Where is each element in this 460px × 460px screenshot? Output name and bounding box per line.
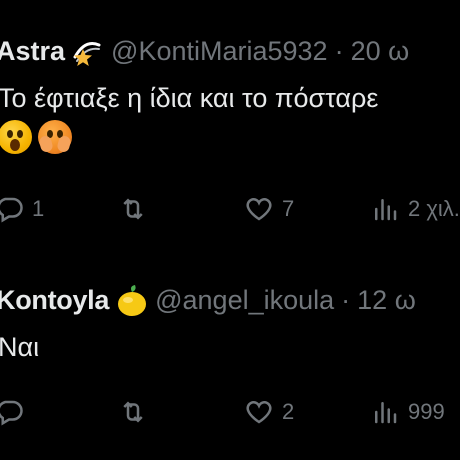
retweet-icon — [123, 198, 143, 220]
retweet-button[interactable] — [118, 189, 156, 229]
tweet[interactable]: Astra @KontiMaria5932 · 20 ω Το έφτιαξε … — [0, 0, 460, 255]
display-name[interactable]: Astra — [0, 34, 65, 68]
tweet-header: Astra @KontiMaria5932 · 20 ω — [0, 34, 409, 68]
views-chart-icon — [375, 402, 397, 424]
like-button[interactable]: 2 — [244, 392, 294, 432]
views-count: 2 χιλ. — [408, 196, 460, 221]
reply-button[interactable]: 1 — [0, 189, 44, 229]
tweet-text: Ναι — [0, 332, 40, 362]
reply-count: 1 — [32, 196, 45, 221]
action-bar: 1 7 2 χιλ. — [0, 189, 460, 229]
display-name[interactable]: Kontoyla — [0, 283, 109, 317]
astonished-face-emoji-icon — [0, 120, 32, 154]
user-handle[interactable]: @angel_ikoula — [155, 283, 334, 317]
tweet-text: Το έφτιαξε η ίδια και το πόσταρε — [0, 83, 379, 113]
views-count: 999 — [408, 399, 445, 424]
reply-icon — [0, 197, 23, 223]
action-bar: 2 999 — [0, 392, 460, 432]
views-button[interactable]: 999 — [370, 392, 445, 432]
tweet-header: Kontoyla @angel_ikoula · 12 ω — [0, 283, 416, 317]
tweet[interactable]: Kontoyla @angel_ikoula · 12 ω Ναι 2 999 — [0, 262, 460, 460]
views-chart-icon — [375, 199, 397, 221]
like-count: 7 — [282, 196, 295, 221]
heart-icon — [246, 401, 272, 424]
timestamp[interactable]: 20 ω — [351, 34, 410, 68]
retweet-button[interactable] — [118, 392, 156, 432]
retweet-icon — [123, 401, 143, 423]
views-button[interactable]: 2 χιλ. — [370, 189, 460, 229]
separator-dot: · — [334, 36, 344, 66]
reply-button[interactable] — [0, 392, 32, 432]
like-count: 2 — [282, 399, 295, 424]
heart-icon — [246, 198, 272, 221]
emoji-row — [0, 120, 72, 154]
separator-dot: · — [341, 285, 351, 315]
user-handle[interactable]: @KontiMaria5932 — [111, 34, 328, 68]
face-with-hand-over-mouth-emoji-icon — [38, 120, 72, 154]
reply-icon — [0, 400, 23, 426]
shooting-star-emoji-icon — [71, 35, 103, 67]
like-button[interactable]: 7 — [244, 189, 294, 229]
lemon-emoji-icon — [115, 284, 147, 316]
timestamp[interactable]: 12 ω — [357, 283, 416, 317]
